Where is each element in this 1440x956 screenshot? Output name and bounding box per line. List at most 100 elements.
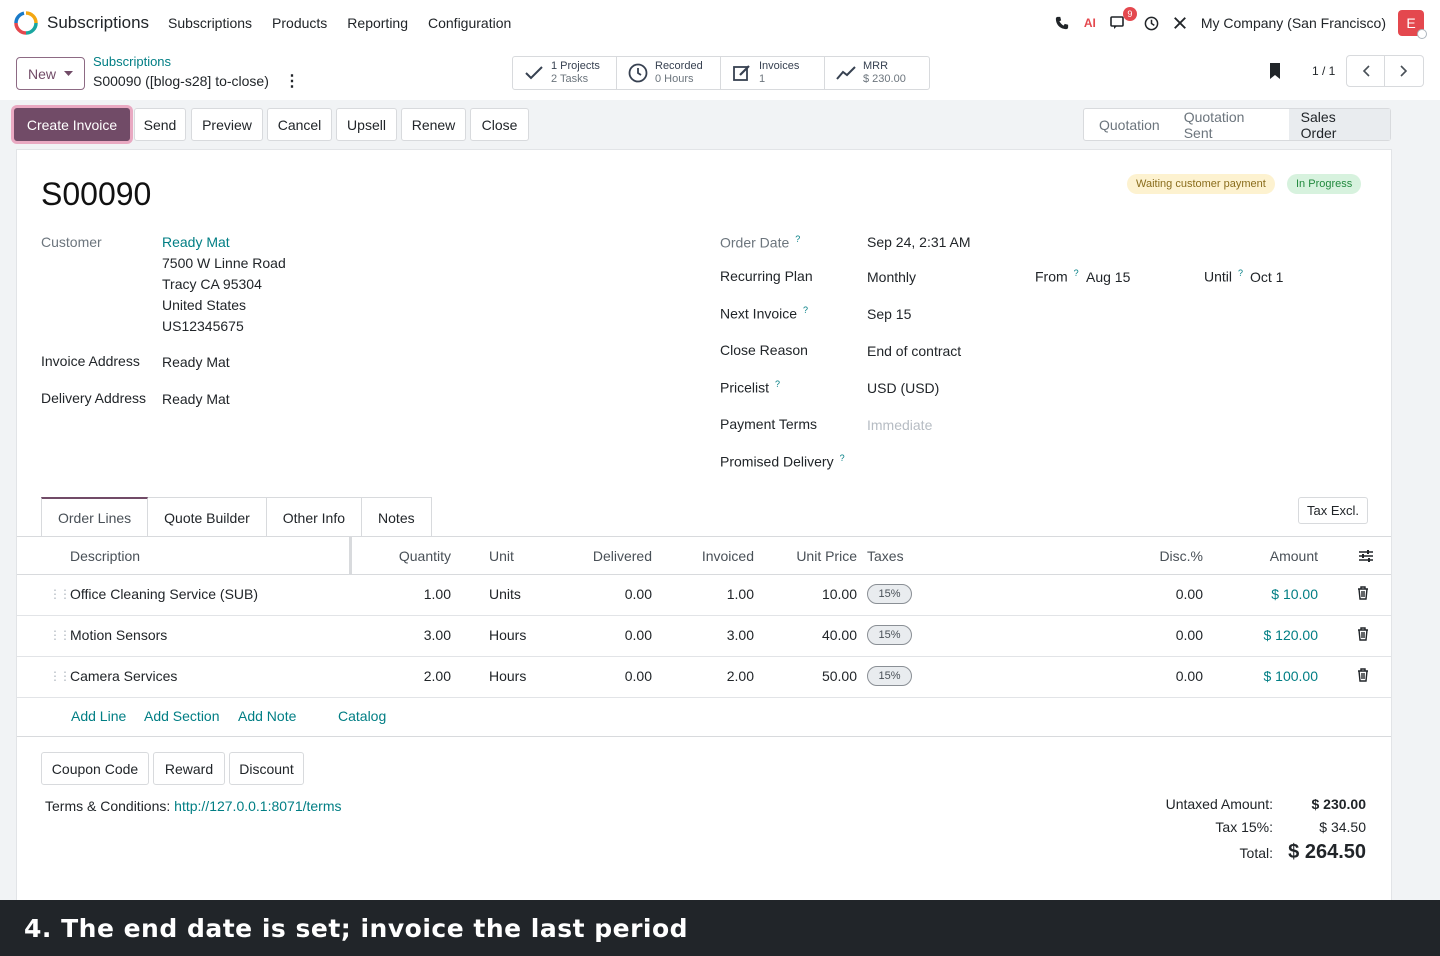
smart-button-invoices[interactable]: Invoices 1 xyxy=(721,57,825,89)
line-tax-tag[interactable]: 15% xyxy=(867,625,912,645)
col-discount[interactable]: Disc.% xyxy=(1107,548,1203,564)
user-avatar[interactable]: E xyxy=(1398,10,1427,39)
line-unit[interactable]: Hours xyxy=(489,668,526,684)
create-invoice-button[interactable]: Create Invoice xyxy=(14,108,130,141)
preview-button[interactable]: Preview xyxy=(191,108,263,141)
line-tax-tag[interactable]: 15% xyxy=(867,666,912,686)
line-unit-price[interactable]: 10.00 xyxy=(762,586,857,602)
line-quantity[interactable]: 1.00 xyxy=(357,586,451,602)
tab-order-lines[interactable]: Order Lines xyxy=(41,497,149,537)
close-button[interactable]: Close xyxy=(470,108,529,141)
help-icon[interactable]: ? xyxy=(1074,268,1079,278)
help-icon[interactable]: ? xyxy=(840,453,845,463)
drag-handle-icon[interactable]: ⋮⋮ xyxy=(49,587,71,601)
help-icon[interactable]: ? xyxy=(775,379,780,389)
coupon-code-button[interactable]: Coupon Code xyxy=(41,752,149,785)
line-discount[interactable]: 0.00 xyxy=(1107,668,1203,684)
help-icon[interactable]: ? xyxy=(1238,268,1243,278)
pager-value[interactable]: 1 / 1 xyxy=(1312,64,1335,78)
col-invoiced[interactable]: Invoiced xyxy=(657,548,754,564)
col-quantity[interactable]: Quantity xyxy=(357,548,451,564)
line-unit-price[interactable]: 50.00 xyxy=(762,668,857,684)
upsell-button[interactable]: Upsell xyxy=(336,108,397,141)
line-discount[interactable]: 0.00 xyxy=(1107,586,1203,602)
col-unit-price[interactable]: Unit Price xyxy=(762,548,857,564)
delivery-address-field[interactable]: Ready Mat xyxy=(162,391,230,407)
smart-button-projects[interactable]: 1 Projects 2 Tasks xyxy=(513,57,617,89)
drag-handle-icon[interactable]: ⋮⋮ xyxy=(49,669,71,683)
line-quantity[interactable]: 2.00 xyxy=(357,668,451,684)
table-row[interactable]: ⋮⋮ Office Cleaning Service (SUB) 1.00 Un… xyxy=(17,575,1391,616)
line-discount[interactable]: 0.00 xyxy=(1107,627,1203,643)
new-button[interactable]: New xyxy=(16,57,85,90)
app-name[interactable]: Subscriptions xyxy=(47,13,149,33)
payment-terms-field[interactable]: Immediate xyxy=(867,417,932,433)
company-switcher[interactable]: My Company (San Francisco) xyxy=(1201,15,1386,31)
column-resize-handle[interactable] xyxy=(349,537,352,575)
activity-clock-icon[interactable] xyxy=(1141,12,1163,34)
menu-subscriptions[interactable]: Subscriptions xyxy=(168,15,252,31)
pricelist-field[interactable]: USD (USD) xyxy=(867,380,939,396)
help-icon[interactable]: ? xyxy=(795,234,800,244)
phone-icon[interactable] xyxy=(1051,12,1073,34)
line-delivered[interactable]: 0.00 xyxy=(557,627,652,643)
customer-field[interactable]: Ready Mat xyxy=(162,234,230,250)
add-section-link[interactable]: Add Section xyxy=(144,708,220,724)
col-unit[interactable]: Unit xyxy=(489,548,514,564)
cancel-button[interactable]: Cancel xyxy=(267,108,332,141)
reward-button[interactable]: Reward xyxy=(153,752,225,785)
smart-button-hours[interactable]: Recorded 0 Hours xyxy=(617,57,721,89)
order-date-field[interactable]: Sep 24, 2:31 AM xyxy=(867,234,971,250)
line-delivered[interactable]: 0.00 xyxy=(557,668,652,684)
tools-icon[interactable] xyxy=(1169,12,1191,34)
line-description[interactable]: Motion Sensors xyxy=(70,627,167,643)
help-icon[interactable]: ? xyxy=(803,305,808,315)
line-description[interactable]: Camera Services xyxy=(70,668,177,684)
tab-quote-builder[interactable]: Quote Builder xyxy=(148,497,267,537)
tab-notes[interactable]: Notes xyxy=(362,497,432,537)
stage-sales-order[interactable]: Sales Order xyxy=(1288,109,1390,141)
recurring-plan-field[interactable]: Monthly xyxy=(867,269,916,285)
line-quantity[interactable]: 3.00 xyxy=(357,627,451,643)
drag-handle-icon[interactable]: ⋮⋮ xyxy=(49,628,71,642)
ai-icon[interactable]: AI xyxy=(1079,12,1101,34)
line-delivered[interactable]: 0.00 xyxy=(557,586,652,602)
line-tax-tag[interactable]: 15% xyxy=(867,584,912,604)
bookmark-icon[interactable] xyxy=(1268,62,1282,80)
start-date-field[interactable]: Aug 15 xyxy=(1086,269,1130,285)
col-delivered[interactable]: Delivered xyxy=(557,548,652,564)
optional-columns-icon[interactable] xyxy=(1359,549,1373,563)
terms-link[interactable]: http://127.0.0.1:8071/terms xyxy=(174,798,341,814)
add-line-link[interactable]: Add Line xyxy=(71,708,126,724)
send-button[interactable]: Send xyxy=(134,108,186,141)
end-date-field[interactable]: Oct 1 xyxy=(1250,269,1283,285)
stage-quotation-sent[interactable]: Quotation Sent xyxy=(1172,109,1289,141)
table-row[interactable]: ⋮⋮ Camera Services 2.00 Hours 0.00 2.00 … xyxy=(17,657,1391,698)
trash-icon[interactable] xyxy=(1357,668,1369,682)
table-row[interactable]: ⋮⋮ Motion Sensors 3.00 Hours 0.00 3.00 4… xyxy=(17,616,1391,657)
trash-icon[interactable] xyxy=(1357,627,1369,641)
col-taxes[interactable]: Taxes xyxy=(867,548,904,564)
subscriptions-app-icon[interactable] xyxy=(14,11,38,35)
discount-button[interactable]: Discount xyxy=(229,752,304,785)
menu-reporting[interactable]: Reporting xyxy=(347,15,408,31)
record-actions-menu-icon[interactable]: ⋮ xyxy=(284,71,300,91)
invoice-address-field[interactable]: Ready Mat xyxy=(162,354,230,370)
line-description[interactable]: Office Cleaning Service (SUB) xyxy=(70,586,258,602)
pager-next-button[interactable] xyxy=(1385,55,1424,87)
pager-previous-button[interactable] xyxy=(1346,55,1385,87)
line-unit-price[interactable]: 40.00 xyxy=(762,627,857,643)
renew-button[interactable]: Renew xyxy=(401,108,466,141)
close-reason-field[interactable]: End of contract xyxy=(867,343,961,359)
col-description[interactable]: Description xyxy=(70,548,140,564)
line-unit[interactable]: Hours xyxy=(489,627,526,643)
tab-other-info[interactable]: Other Info xyxy=(266,497,363,537)
breadcrumb-parent[interactable]: Subscriptions xyxy=(93,54,171,69)
catalog-link[interactable]: Catalog xyxy=(338,708,386,724)
smart-button-mrr[interactable]: MRR $ 230.00 xyxy=(825,57,929,89)
tax-excluded-toggle[interactable]: Tax Excl. xyxy=(1298,497,1368,524)
add-note-link[interactable]: Add Note xyxy=(238,708,296,724)
trash-icon[interactable] xyxy=(1357,586,1369,600)
menu-products[interactable]: Products xyxy=(272,15,327,31)
menu-configuration[interactable]: Configuration xyxy=(428,15,511,31)
